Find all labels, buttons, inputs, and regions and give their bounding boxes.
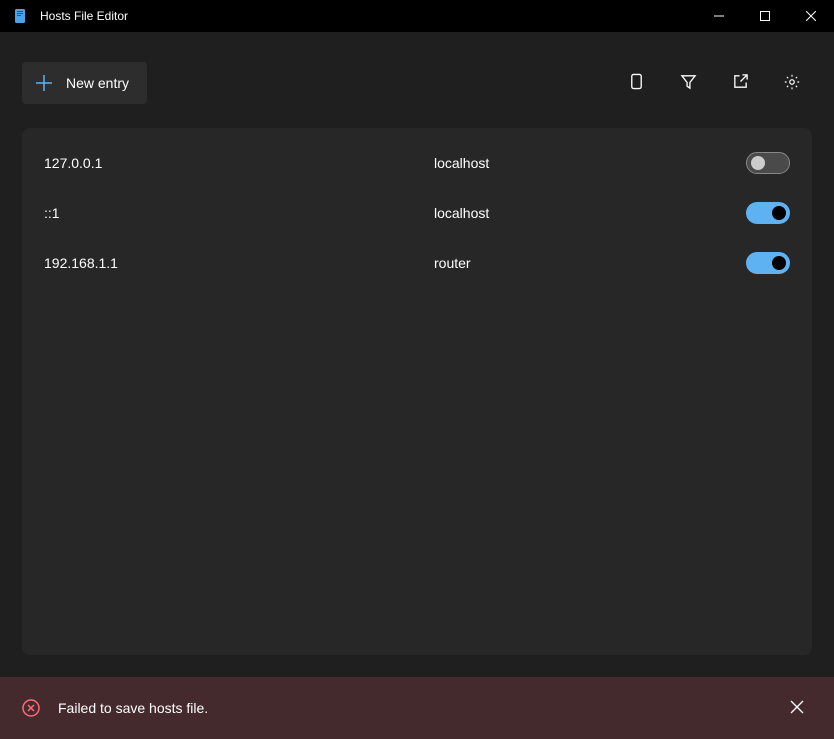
entries-panel: 127.0.0.1 localhost ::1 localhost 192.16… [22, 128, 812, 655]
toolbar: New entry [0, 32, 834, 128]
app-icon [12, 8, 28, 24]
close-button[interactable] [788, 0, 834, 32]
titlebar: Hosts File Editor [0, 0, 834, 32]
toggle-thumb [772, 256, 786, 270]
entry-ip: 127.0.0.1 [44, 155, 414, 171]
entry-ip: ::1 [44, 205, 414, 221]
window-title: Hosts File Editor [40, 9, 696, 23]
file-icon [628, 73, 645, 93]
entry-toggle[interactable] [746, 202, 790, 224]
new-entry-button[interactable]: New entry [22, 62, 147, 104]
maximize-button[interactable] [742, 0, 788, 32]
new-entry-label: New entry [66, 75, 129, 91]
open-file-button[interactable] [720, 63, 760, 103]
entry-ip: 192.168.1.1 [44, 255, 414, 271]
filter-icon [680, 73, 697, 93]
error-message: Failed to save hosts file. [58, 700, 764, 716]
entry-host: localhost [434, 205, 726, 221]
content-area: New entry 127.0.0.1 localhost [0, 32, 834, 677]
entry-host: localhost [434, 155, 726, 171]
additional-lines-button[interactable] [616, 63, 656, 103]
filter-button[interactable] [668, 63, 708, 103]
close-icon [790, 700, 804, 717]
entry-row[interactable]: ::1 localhost [22, 188, 812, 238]
entry-toggle[interactable] [746, 252, 790, 274]
toggle-thumb [772, 206, 786, 220]
open-external-icon [732, 73, 749, 93]
error-close-button[interactable] [782, 692, 812, 725]
gear-icon [783, 73, 801, 94]
entry-toggle[interactable] [746, 152, 790, 174]
plus-icon [34, 73, 54, 93]
entry-host: router [434, 255, 726, 271]
settings-button[interactable] [772, 63, 812, 103]
toggle-thumb [751, 156, 765, 170]
window-controls [696, 0, 834, 32]
minimize-button[interactable] [696, 0, 742, 32]
error-banner: Failed to save hosts file. [0, 677, 834, 739]
entry-row[interactable]: 127.0.0.1 localhost [22, 138, 812, 188]
error-icon [22, 699, 40, 717]
entry-row[interactable]: 192.168.1.1 router [22, 238, 812, 288]
